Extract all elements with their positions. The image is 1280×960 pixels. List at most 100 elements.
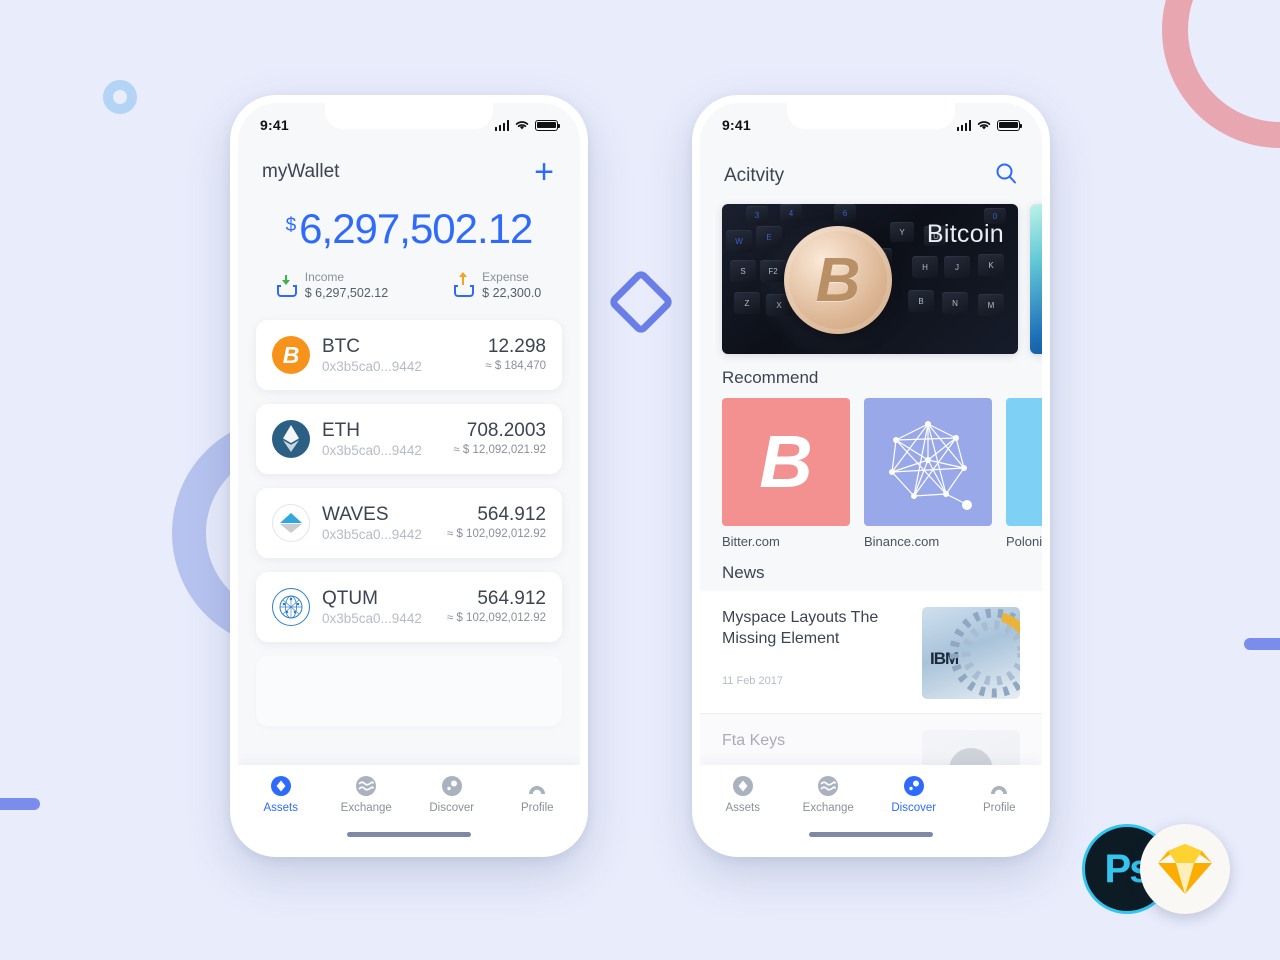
tab-exchange[interactable]: Exchange: [324, 775, 410, 814]
news-date: 11 Feb 2017: [722, 675, 783, 687]
table-row[interactable]: WAVES 0x3b5ca0...9442 564.912 ≈ $ 102,09…: [256, 488, 562, 559]
ibm-rings-thumbnail: IBM: [922, 607, 1020, 699]
expense-tray-icon: [454, 271, 475, 297]
asset-symbol: WAVES: [322, 503, 389, 525]
cellular-signal-icon: [956, 119, 971, 131]
btc-coin-icon: B: [272, 336, 310, 375]
news-title: Fta Keys: [722, 732, 786, 749]
bottom-tab-bar: Assets Exchange Discover Profile: [700, 765, 1042, 849]
news-section-title: News: [722, 563, 765, 582]
tab-label: Profile: [982, 802, 1016, 814]
tab-assets[interactable]: Assets: [700, 775, 786, 814]
phone-mockup-wallet: 9:41 myWallet + $ 6,297,502.12 Income $ …: [230, 95, 588, 857]
asset-amount: 564.912: [477, 588, 546, 610]
income-tray-icon: [276, 274, 297, 297]
recommend-list[interactable]: B Bitter.com Binance.com Poloni: [700, 388, 1042, 549]
income-expense-summary: Income $ 6,297,502.12 Expense $ 22,300.0: [238, 253, 580, 302]
bitcoin-coin-photo: B: [784, 226, 892, 334]
bitcoin-b-icon: B: [722, 398, 850, 526]
recommend-label: Bitter.com: [722, 534, 780, 549]
qtum-coin-icon: [272, 588, 310, 627]
tool-logos: Ps: [1082, 824, 1242, 916]
battery-icon: [535, 119, 561, 131]
asset-list: B BTC 0x3b5ca0...9442 12.298 ≈ $ 184,470: [238, 302, 580, 727]
status-time: 9:41: [260, 117, 289, 133]
tab-discover[interactable]: Discover: [409, 775, 495, 814]
table-row-partial[interactable]: [256, 656, 562, 727]
sketch-logo-icon: [1140, 824, 1230, 914]
asset-address: 0x3b5ca0...9442: [322, 442, 422, 458]
tab-label: Exchange: [340, 802, 392, 814]
list-item[interactable]: Binance.com: [864, 398, 992, 549]
placeholder-icon: [1006, 398, 1042, 526]
recommend-label: Polonie: [1006, 534, 1042, 549]
assets-diamond-icon: [732, 775, 754, 797]
tab-label: Discover: [429, 802, 475, 814]
list-item[interactable]: Myspace Layouts The Missing Element 11 F…: [700, 591, 1042, 714]
hero-carousel[interactable]: W E S F2 Z X 3 4 6 Y U H J K B N M 0 B B…: [700, 190, 1042, 354]
tab-label: Discover: [891, 802, 937, 814]
tab-label: Assets: [263, 802, 298, 814]
tab-profile[interactable]: Profile: [495, 775, 581, 814]
asset-address: 0x3b5ca0...9442: [322, 526, 422, 542]
search-icon[interactable]: [994, 161, 1018, 190]
page-title: myWallet: [262, 161, 340, 182]
discover-header: Acitvity: [700, 147, 1042, 190]
battery-icon: [997, 119, 1023, 131]
decorative-pink-arc: [1162, 0, 1280, 148]
table-row[interactable]: B BTC 0x3b5ca0...9442 12.298 ≈ $ 184,470: [256, 320, 562, 391]
recommend-label: Binance.com: [864, 534, 940, 549]
asset-address: 0x3b5ca0...9442: [322, 358, 422, 374]
bottom-tab-bar: Assets Exchange Discover Profile: [238, 765, 580, 849]
asset-amount: 708.2003: [466, 420, 546, 442]
asset-fiat-value: ≈ $ 102,092,012.92: [446, 528, 546, 541]
discover-screen: 9:41 Acitvity W E S F2 Z X 3 4 6 Y U H J…: [700, 103, 1042, 849]
add-wallet-button[interactable]: +: [532, 155, 556, 189]
tab-label: Profile: [520, 802, 554, 814]
table-row[interactable]: QTUM 0x3b5ca0...9442 564.912 ≈ $ 102,092…: [256, 572, 562, 643]
phone-mockup-discover: 9:41 Acitvity W E S F2 Z X 3 4 6 Y U H J…: [692, 95, 1050, 857]
tab-label: Assets: [725, 802, 760, 814]
wallet-screen: 9:41 myWallet + $ 6,297,502.12 Income $ …: [238, 103, 580, 849]
asset-fiat-value: ≈ $ 102,092,012.92: [446, 612, 546, 625]
assets-diamond-icon: [270, 775, 292, 797]
list-item[interactable]: B Bitter.com: [722, 398, 850, 549]
exchange-waves-icon: [817, 775, 839, 797]
eth-coin-icon: [272, 420, 310, 459]
home-indicator: [809, 832, 933, 837]
asset-symbol: ETH: [322, 419, 360, 441]
expense-value: $ 22,300.0: [482, 286, 542, 301]
waves-coin-icon: [272, 504, 310, 543]
expense-label: Expense: [482, 270, 529, 284]
tab-profile[interactable]: Profile: [957, 775, 1043, 814]
asset-fiat-value: ≈ $ 12,092,021.92: [453, 444, 546, 457]
cellular-signal-icon: [494, 119, 509, 131]
balance-display: $ 6,297,502.12: [238, 183, 580, 253]
tab-exchange[interactable]: Exchange: [786, 775, 872, 814]
asset-fiat-value: ≈ $ 184,470: [485, 360, 546, 373]
canvas: 9:41 myWallet + $ 6,297,502.12 Income $ …: [0, 0, 1280, 960]
income-value: $ 6,297,502.12: [304, 286, 389, 301]
tab-discover[interactable]: Discover: [871, 775, 957, 814]
exchange-waves-icon: [355, 775, 377, 797]
asset-symbol: BTC: [322, 335, 360, 357]
wifi-icon: [515, 121, 529, 130]
discover-compass-icon: [903, 775, 925, 797]
hero-card-next[interactable]: [1030, 204, 1042, 354]
home-indicator: [347, 832, 471, 837]
decorative-diamond-icon: [607, 268, 675, 336]
news-title: Myspace Layouts The Missing Element: [722, 609, 879, 647]
profile-person-icon: [526, 775, 548, 797]
balance-currency-symbol: $: [285, 215, 297, 236]
income-summary[interactable]: Income $ 6,297,502.12: [276, 269, 389, 302]
income-label: Income: [304, 270, 345, 284]
expense-summary[interactable]: Expense $ 22,300.0: [454, 269, 541, 302]
balance-amount: 6,297,502.12: [299, 205, 533, 252]
hero-caption: Bitcoin: [926, 220, 1004, 248]
asset-address: 0x3b5ca0...9442: [322, 610, 422, 626]
hero-card-bitcoin[interactable]: W E S F2 Z X 3 4 6 Y U H J K B N M 0 B B…: [722, 204, 1018, 354]
tab-assets[interactable]: Assets: [238, 775, 324, 814]
profile-person-icon: [988, 775, 1010, 797]
list-item[interactable]: Polonie: [1006, 398, 1042, 549]
table-row[interactable]: ETH 0x3b5ca0...9442 708.2003 ≈ $ 12,092,…: [256, 404, 562, 475]
